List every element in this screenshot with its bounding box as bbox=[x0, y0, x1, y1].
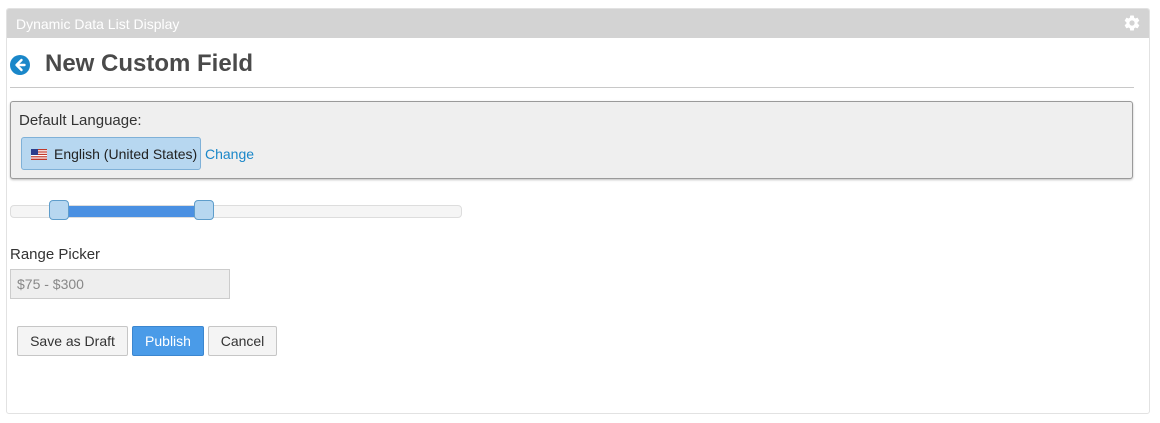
change-language-link[interactable]: Change bbox=[205, 146, 254, 162]
portlet-topper: Dynamic Data List Display bbox=[7, 9, 1149, 38]
back-arrow-circle-icon[interactable] bbox=[10, 55, 30, 75]
gear-icon[interactable] bbox=[1123, 14, 1141, 32]
default-language-label: Default Language: bbox=[19, 112, 142, 129]
selected-language: English (United States) bbox=[54, 146, 198, 162]
save-as-draft-button[interactable]: Save as Draft bbox=[17, 326, 128, 356]
page-header: New Custom Field bbox=[10, 50, 1134, 88]
publish-button[interactable]: Publish bbox=[132, 326, 204, 356]
range-picker-input[interactable] bbox=[10, 269, 230, 299]
slider-min-handle[interactable] bbox=[49, 200, 70, 220]
default-language-panel: Default Language: English (United States… bbox=[10, 101, 1133, 179]
page-title: New Custom Field bbox=[45, 50, 254, 77]
slider-max-handle[interactable] bbox=[193, 200, 214, 220]
portlet-title: Dynamic Data List Display bbox=[16, 16, 180, 32]
slider-range-fill bbox=[59, 206, 204, 217]
range-slider[interactable] bbox=[10, 200, 462, 220]
language-chip[interactable]: English (United States) bbox=[21, 137, 201, 170]
cancel-button[interactable]: Cancel bbox=[208, 326, 277, 356]
range-picker-label: Range Picker bbox=[10, 246, 101, 263]
us-flag-icon bbox=[31, 149, 47, 160]
